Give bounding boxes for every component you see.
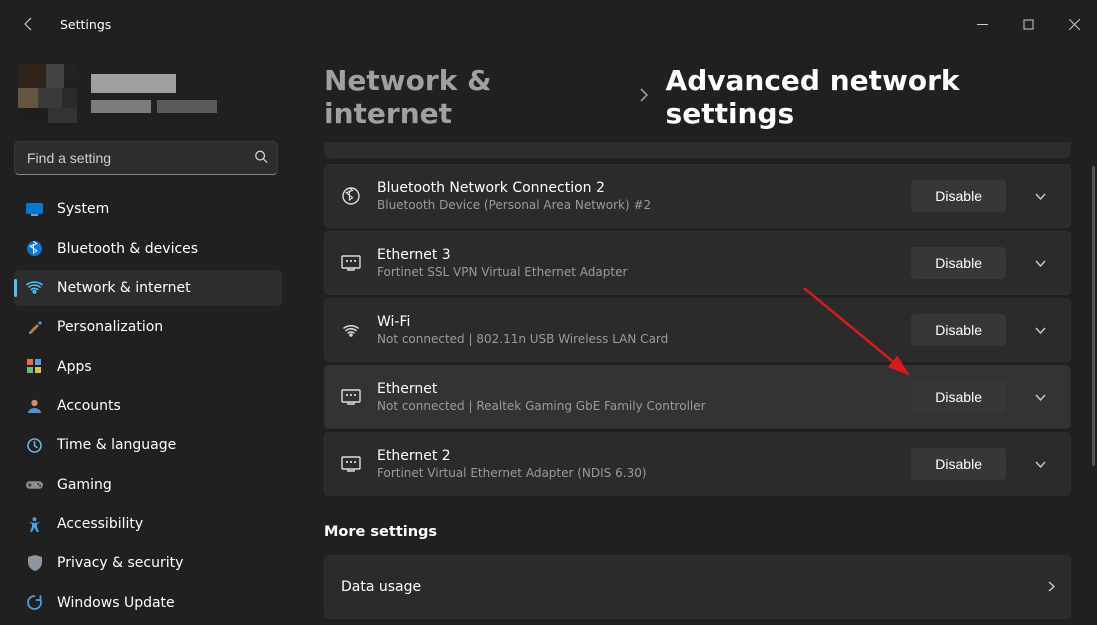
page-title: Advanced network settings [666, 64, 1087, 130]
sidebar-item-label: Network & internet [57, 280, 191, 296]
adapter-row[interactable]: Bluetooth Network Connection 2 Bluetooth … [324, 164, 1071, 228]
window-title: Settings [60, 17, 111, 32]
sidebar-item-system[interactable]: System [14, 191, 282, 227]
adapter-description: Not connected | 802.11n USB Wireless LAN… [377, 332, 895, 346]
sidebar-item-network[interactable]: Network & internet [14, 270, 282, 306]
network-icon [26, 279, 43, 296]
sidebar-item-gaming[interactable]: Gaming [14, 467, 282, 503]
more-settings-item[interactable]: Data usage [324, 555, 1071, 619]
gaming-icon [26, 476, 43, 493]
breadcrumb-parent[interactable]: Network & internet [324, 64, 622, 130]
user-profile[interactable] [0, 48, 292, 135]
sidebar-item-bluetooth[interactable]: Bluetooth & devices [14, 230, 282, 266]
personalization-icon [26, 319, 43, 336]
adapter-name: Ethernet 3 [377, 247, 895, 263]
sidebar-item-update[interactable]: Windows Update [14, 585, 282, 621]
search-input[interactable] [14, 141, 278, 175]
wifi-icon [341, 322, 361, 338]
search-box[interactable] [14, 141, 278, 175]
sidebar: System Bluetooth & devices Network & inter… [0, 48, 300, 625]
breadcrumb: Network & internet Advanced network sett… [324, 64, 1087, 130]
sidebar-item-label: Gaming [57, 477, 112, 493]
content-pane: Network & internet Advanced network sett… [300, 48, 1097, 625]
more-settings-heading: More settings [324, 524, 1071, 540]
adapter-row[interactable]: Ethernet Not connected | Realtek Gaming G… [324, 365, 1071, 429]
sidebar-item-personalization[interactable]: Personalization [14, 309, 282, 345]
avatar [18, 64, 77, 123]
adapter-description: Fortinet SSL VPN Virtual Ethernet Adapte… [377, 265, 895, 279]
privacy-icon [26, 555, 43, 572]
ethernet-icon [341, 255, 361, 271]
disable-button[interactable]: Disable [911, 448, 1006, 480]
sidebar-item-label: Accessibility [57, 516, 143, 532]
adapter-name: Ethernet 2 [377, 448, 895, 464]
accessibility-icon [26, 516, 43, 533]
adapter-name: Ethernet [377, 381, 895, 397]
expand-chevron-icon[interactable] [1022, 312, 1058, 348]
adapter-row[interactable]: Wi-Fi Not connected | 802.11n USB Wireles… [324, 298, 1071, 362]
close-button[interactable] [1051, 8, 1097, 40]
scrollbar[interactable] [1092, 166, 1095, 466]
system-icon [26, 201, 43, 218]
ethernet-icon [341, 389, 361, 405]
sidebar-item-label: System [57, 201, 109, 217]
sidebar-item-label: Personalization [57, 319, 163, 335]
sidebar-item-label: Bluetooth & devices [57, 241, 198, 257]
minimize-button[interactable] [959, 8, 1005, 40]
more-settings-label: Data usage [341, 579, 421, 595]
chevron-right-icon [636, 87, 652, 107]
expand-chevron-icon[interactable] [1022, 379, 1058, 415]
disable-button[interactable]: Disable [911, 247, 1006, 279]
sidebar-item-privacy[interactable]: Privacy & security [14, 545, 282, 581]
sidebar-item-time[interactable]: Time & language [14, 427, 282, 463]
titlebar: Settings [0, 0, 1097, 48]
sidebar-item-accounts[interactable]: Accounts [14, 388, 282, 424]
time-icon [26, 437, 43, 454]
adapter-description: Fortinet Virtual Ethernet Adapter (NDIS … [377, 466, 895, 480]
disable-button[interactable]: Disable [911, 314, 1006, 346]
sidebar-item-label: Windows Update [57, 595, 175, 611]
collapsed-card-remnant[interactable] [324, 142, 1071, 158]
adapter-description: Bluetooth Device (Personal Area Network)… [377, 198, 895, 212]
sidebar-item-label: Privacy & security [57, 555, 183, 571]
sidebar-item-label: Accounts [57, 398, 121, 414]
ethernet-icon [341, 456, 361, 472]
expand-chevron-icon[interactable] [1022, 245, 1058, 281]
expand-chevron-icon[interactable] [1022, 178, 1058, 214]
back-button[interactable] [14, 9, 44, 39]
disable-button[interactable]: Disable [911, 180, 1006, 212]
maximize-button[interactable] [1005, 8, 1051, 40]
adapter-name: Wi-Fi [377, 314, 895, 330]
update-icon [26, 594, 43, 611]
nav-list: System Bluetooth & devices Network & inter… [0, 187, 292, 625]
expand-chevron-icon[interactable] [1022, 446, 1058, 482]
user-name-redacted [91, 74, 217, 113]
bluetooth-icon [26, 240, 43, 257]
sidebar-item-accessibility[interactable]: Accessibility [14, 506, 282, 542]
disable-button[interactable]: Disable [911, 381, 1006, 413]
adapter-row[interactable]: Ethernet 3 Fortinet SSL VPN Virtual Ether… [324, 231, 1071, 295]
apps-icon [26, 358, 43, 375]
adapter-row[interactable]: Ethernet 2 Fortinet Virtual Ethernet Adap… [324, 432, 1071, 496]
bluetooth-icon [341, 187, 361, 205]
sidebar-item-label: Time & language [57, 437, 176, 453]
sidebar-item-apps[interactable]: Apps [14, 348, 282, 384]
chevron-right-icon [1045, 578, 1058, 597]
sidebar-item-label: Apps [57, 359, 92, 375]
adapter-name: Bluetooth Network Connection 2 [377, 180, 895, 196]
adapter-description: Not connected | Realtek Gaming GbE Famil… [377, 399, 895, 413]
accounts-icon [26, 397, 43, 414]
